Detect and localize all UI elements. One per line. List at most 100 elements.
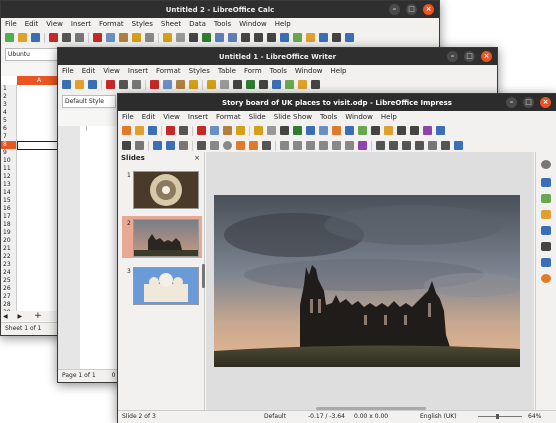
select-icon[interactable] — [122, 141, 131, 150]
row-header[interactable]: 20 — [1, 237, 17, 245]
row-header[interactable]: 25 — [1, 277, 17, 285]
crop-icon[interactable] — [441, 141, 450, 150]
curve-icon[interactable] — [249, 141, 258, 150]
maximize-button[interactable]: □ — [406, 4, 417, 15]
new-icon[interactable] — [122, 126, 131, 135]
symbol-shapes-icon[interactable] — [293, 141, 302, 150]
undo-icon[interactable] — [254, 126, 263, 135]
spreadsheet-grid[interactable]: A 1 2 3 4 5 6 7 8 9 10 11 12 13 14 15 16 17 18 19 20 21 22 23 2… — [1, 76, 61, 321]
slide-panel-splitter[interactable] — [202, 264, 205, 288]
cut-icon[interactable] — [197, 126, 206, 135]
export-pdf-icon[interactable] — [49, 33, 58, 42]
sidebar-master-slides-icon[interactable] — [541, 226, 551, 235]
menu-window[interactable]: Window — [345, 113, 373, 121]
fill-color-icon[interactable] — [166, 141, 175, 150]
open-icon[interactable] — [135, 126, 144, 135]
image-icon[interactable] — [285, 80, 294, 89]
sidebar-slide-transition-icon[interactable] — [541, 194, 551, 203]
maximize-button[interactable]: □ — [523, 97, 534, 108]
sidebar-styles-icon[interactable] — [541, 242, 551, 251]
current-slide[interactable] — [214, 195, 524, 367]
shadow-toggle-icon[interactable] — [428, 141, 437, 150]
minimize-button[interactable]: – — [506, 97, 517, 108]
spelling-icon[interactable] — [202, 33, 211, 42]
zoom-slider[interactable] — [474, 411, 528, 423]
row-header[interactable]: 23 — [1, 261, 17, 269]
menu-format[interactable]: Format — [156, 67, 181, 75]
find-icon[interactable] — [280, 126, 289, 135]
row-header[interactable]: 4 — [1, 109, 17, 117]
print-icon[interactable] — [62, 33, 71, 42]
basic-shapes-icon[interactable] — [280, 141, 289, 150]
export-pdf-icon[interactable] — [166, 126, 175, 135]
ellipse-icon[interactable] — [223, 141, 232, 150]
special-character-icon[interactable] — [410, 126, 419, 135]
zoom-icon[interactable] — [135, 141, 144, 150]
clone-icon[interactable] — [132, 33, 141, 42]
row-header[interactable]: 15 — [1, 197, 17, 205]
sidebar-gallery-icon[interactable] — [541, 258, 551, 267]
columns-icon[interactable] — [228, 33, 237, 42]
cut-icon[interactable] — [150, 80, 159, 89]
row-header[interactable]: 5 — [1, 117, 17, 125]
line-color-icon[interactable] — [153, 141, 162, 150]
menu-styles[interactable]: Styles — [189, 67, 210, 75]
pivot-table-icon[interactable] — [319, 33, 328, 42]
print-icon[interactable] — [179, 126, 188, 135]
menu-slide[interactable]: Slide — [249, 113, 266, 121]
sort-descending-icon[interactable] — [267, 33, 276, 42]
menu-tools[interactable]: Tools — [270, 67, 287, 75]
display-views-icon[interactable] — [306, 126, 315, 135]
new-icon[interactable] — [5, 33, 14, 42]
find-icon[interactable] — [189, 33, 198, 42]
connector-icon[interactable] — [262, 141, 271, 150]
menu-format[interactable]: Format — [99, 20, 124, 28]
clear-icon[interactable] — [145, 33, 154, 42]
menu-window[interactable]: Window — [295, 67, 323, 75]
menu-edit[interactable]: Edit — [25, 20, 39, 28]
slide-thumbnail-1[interactable] — [133, 171, 199, 209]
menu-file[interactable]: File — [5, 20, 17, 28]
3d-objects-icon[interactable] — [358, 141, 367, 150]
next-sheet-icon[interactable]: ▶ — [18, 313, 23, 320]
writer-document-area[interactable] — [58, 126, 120, 369]
writer-page[interactable] — [80, 126, 120, 369]
menu-view[interactable]: View — [103, 67, 120, 75]
minimize-button[interactable]: – — [447, 51, 458, 62]
column-header-a[interactable]: A — [17, 76, 61, 85]
chart-icon[interactable] — [306, 33, 315, 42]
copy-icon[interactable] — [106, 33, 115, 42]
zoom-slider-thumb[interactable] — [496, 414, 499, 419]
row-header[interactable]: 8 — [1, 141, 17, 149]
menu-styles[interactable]: Styles — [132, 20, 153, 28]
sidebar-settings-icon[interactable] — [541, 160, 551, 169]
start-slideshow-icon[interactable] — [332, 126, 341, 135]
save-icon[interactable] — [148, 126, 157, 135]
sort-icon[interactable] — [241, 33, 250, 42]
shadow-icon[interactable] — [179, 141, 188, 150]
formatting-marks-icon[interactable] — [259, 80, 268, 89]
row-header[interactable]: 6 — [1, 125, 17, 133]
row-header[interactable]: 3 — [1, 101, 17, 109]
text-box-icon[interactable] — [397, 126, 406, 135]
callouts-icon[interactable] — [332, 141, 341, 150]
menu-view[interactable]: View — [163, 113, 180, 121]
undo-icon[interactable] — [207, 80, 216, 89]
row-header[interactable]: 1 — [1, 85, 17, 93]
new-icon[interactable] — [62, 80, 71, 89]
master-slide-icon[interactable] — [319, 126, 328, 135]
close-button[interactable]: × — [481, 51, 492, 62]
slide-panel-close-icon[interactable]: × — [194, 152, 200, 164]
stars-icon[interactable] — [345, 141, 354, 150]
slide-thumbnail-3[interactable] — [133, 267, 199, 305]
row-header[interactable]: 27 — [1, 293, 17, 301]
print-preview-icon[interactable] — [75, 33, 84, 42]
row-header[interactable]: 22 — [1, 253, 17, 261]
sidebar-navigator-icon[interactable] — [541, 274, 551, 283]
row-header[interactable]: 19 — [1, 229, 17, 237]
font-name-box[interactable]: Ubuntu — [5, 47, 59, 61]
hyperlink-icon[interactable] — [436, 126, 445, 135]
menu-insert[interactable]: Insert — [188, 113, 208, 121]
rectangle-icon[interactable] — [210, 141, 219, 150]
writer-titlebar[interactable]: Untitled 1 - LibreOffice Writer – □ × — [58, 48, 497, 65]
